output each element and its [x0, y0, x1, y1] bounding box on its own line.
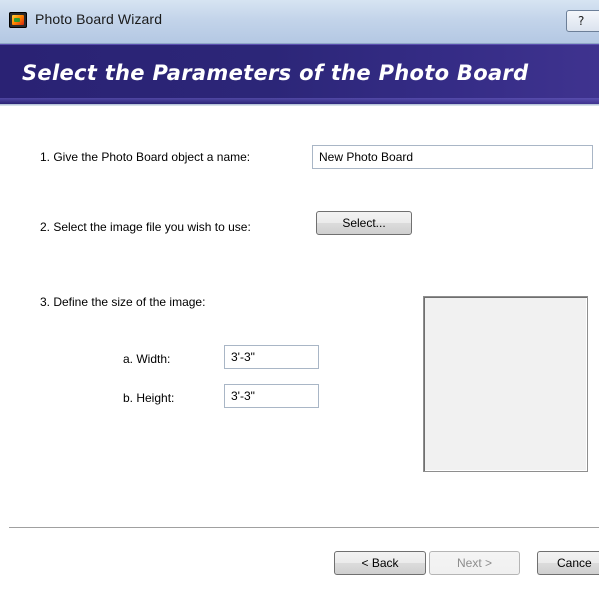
footer-divider: [9, 527, 599, 529]
height-label: b. Height:: [123, 391, 175, 405]
banner-separator: [0, 104, 599, 106]
width-input[interactable]: 3'-3": [224, 345, 319, 369]
height-input[interactable]: 3'-3": [224, 384, 319, 408]
width-label: a. Width:: [123, 352, 171, 366]
file-label: 2. Select the image file you wish to use…: [40, 220, 251, 234]
next-button[interactable]: Next >: [429, 551, 520, 575]
back-button[interactable]: < Back: [334, 551, 426, 575]
help-button[interactable]: ?: [566, 10, 599, 32]
select-button[interactable]: Select...: [316, 211, 412, 235]
cancel-button[interactable]: Cance: [537, 551, 599, 575]
wizard-banner: Select the Parameters of the Photo Board: [0, 44, 599, 104]
image-preview: [423, 296, 588, 472]
name-input[interactable]: New Photo Board: [312, 145, 593, 169]
photo-board-icon: [9, 12, 27, 28]
question-icon: ?: [578, 14, 585, 28]
banner-title: Select the Parameters of the Photo Board: [22, 61, 529, 85]
title-bar: Photo Board Wizard ?: [0, 0, 599, 44]
name-label: 1. Give the Photo Board object a name:: [40, 150, 251, 164]
size-label: 3. Define the size of the image:: [40, 295, 206, 309]
window-title: Photo Board Wizard: [35, 11, 163, 27]
